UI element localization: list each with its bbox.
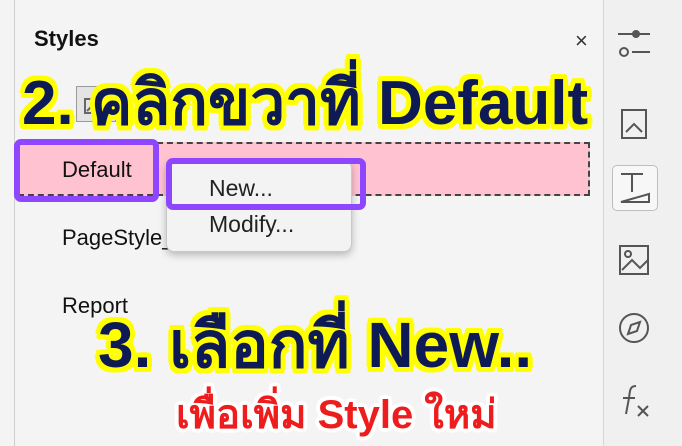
list-item-label: PageStyle_ [62,225,175,250]
navigator-icon [619,313,649,343]
styles-panel: Styles × Default PageStyle_ Report New..… [0,0,603,446]
styles-icon [620,173,650,203]
gallery-icon [619,245,649,275]
menu-item-modify[interactable]: Modify... [167,205,351,243]
menu-item-label: Modify... [209,211,295,237]
properties-icon [618,30,650,57]
page-button[interactable] [612,100,656,144]
close-icon[interactable]: × [575,28,588,54]
properties-button[interactable] [612,20,656,64]
navigator-button[interactable] [612,306,656,350]
functions-icon [623,385,649,417]
highlight-new-box [166,158,366,210]
annotation-step3-sub: เพื่อเพิ่ม Style ใหม่ [176,393,497,437]
page-icon [621,109,647,139]
annotation-step2: 2. คลิกขวาที่ Default [22,69,589,138]
styles-button[interactable] [612,165,658,211]
functions-button[interactable] [612,378,656,422]
gallery-button[interactable] [612,238,656,282]
annotation-step3: 3. เลือกที่ New.. [98,309,533,381]
panel-title: Styles [34,26,99,51]
